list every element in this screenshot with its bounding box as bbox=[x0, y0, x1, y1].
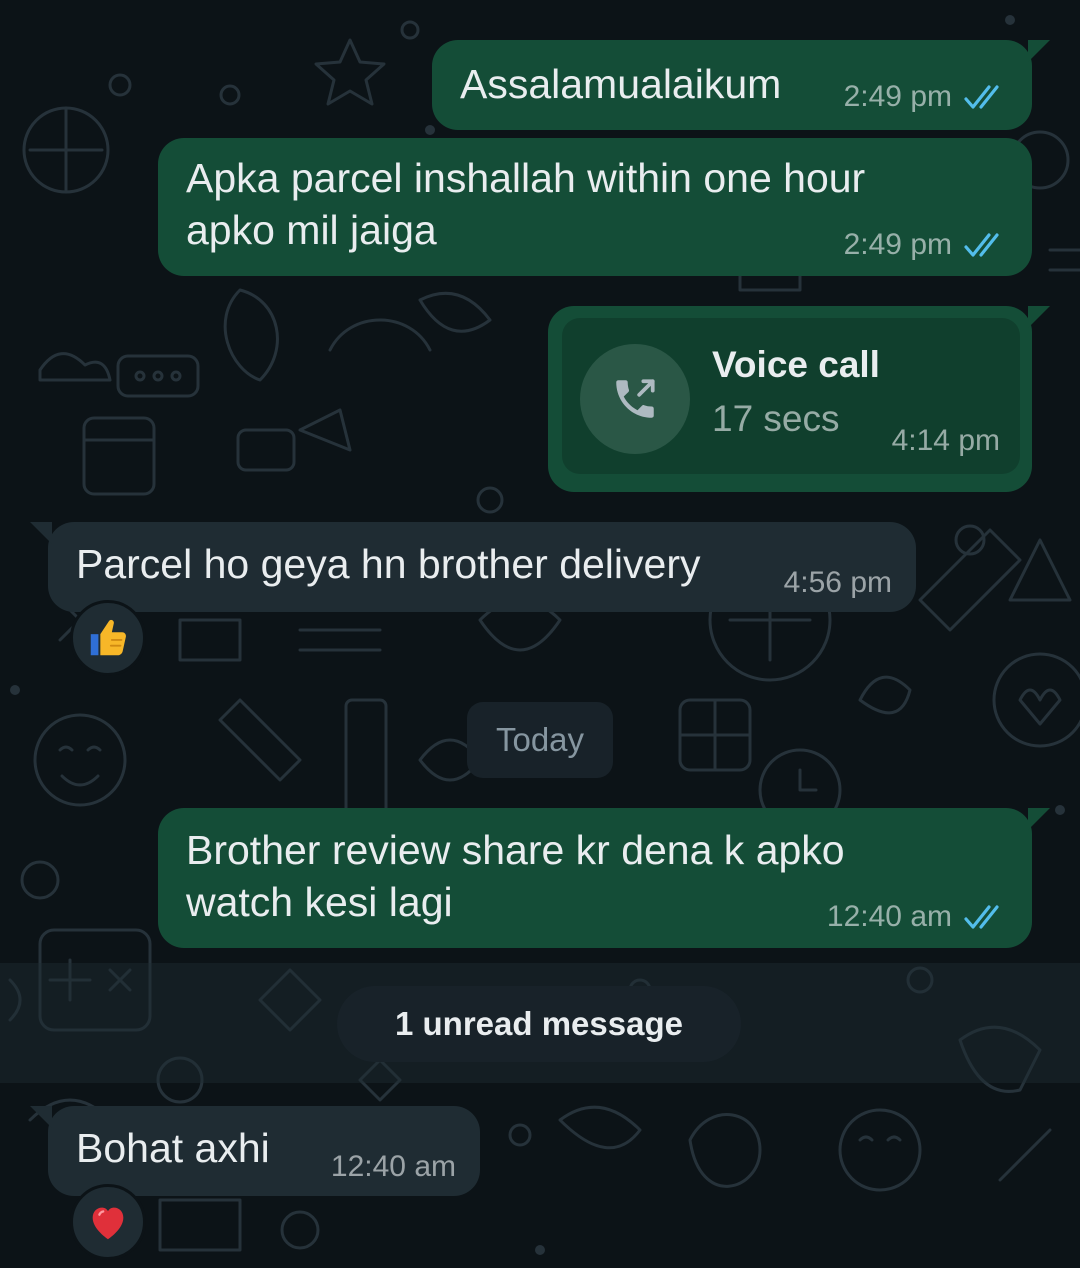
message-text: Parcel ho geya hn brother delivery bbox=[76, 541, 701, 587]
message-time: 12:40 am bbox=[826, 900, 952, 933]
message-meta: 2:49 pm bbox=[844, 228, 1008, 262]
outgoing-message-bubble[interactable]: Brother review share kr dena k apko watc… bbox=[158, 808, 1050, 948]
message-text: Brother review share kr dena k apko watc… bbox=[186, 827, 845, 925]
message-time: 4:56 pm bbox=[783, 566, 892, 599]
message-meta: 2:49 pm bbox=[844, 80, 1008, 114]
message-meta: 4:14 pm bbox=[892, 424, 1000, 458]
date-separator: Today bbox=[467, 702, 613, 778]
message-time: 4:14 pm bbox=[891, 424, 1000, 457]
incoming-message-bubble[interactable]: Parcel ho geya hn brother delivery 4:56 … bbox=[30, 522, 916, 612]
message-text: Apka parcel inshallah within one hour ap… bbox=[186, 155, 866, 253]
message-meta: 4:56 pm bbox=[784, 566, 892, 600]
outgoing-message-bubble[interactable]: Apka parcel inshallah within one hour ap… bbox=[158, 138, 1032, 276]
message-text: Bohat axhi bbox=[76, 1125, 270, 1171]
double-check-read-icon bbox=[964, 905, 999, 929]
message-meta: 12:40 am bbox=[331, 1150, 456, 1184]
message-time: 2:49 pm bbox=[843, 80, 952, 113]
outgoing-message-bubble[interactable]: Assalamualaikum 2:49 pm bbox=[432, 40, 1050, 130]
double-check-read-icon bbox=[964, 85, 999, 109]
red-heart-icon bbox=[92, 1207, 124, 1240]
message-text: Assalamualaikum bbox=[460, 61, 782, 107]
call-duration: 17 secs bbox=[712, 398, 840, 439]
call-icon-circle bbox=[580, 344, 690, 454]
message-reaction[interactable] bbox=[70, 1184, 146, 1260]
incoming-message-bubble[interactable]: Bohat axhi 12:40 am bbox=[30, 1106, 480, 1196]
message-meta: 12:40 am bbox=[827, 900, 1008, 934]
call-title: Voice call bbox=[712, 344, 880, 385]
message-time: 2:49 pm bbox=[843, 228, 952, 261]
message-reaction[interactable] bbox=[70, 600, 146, 676]
thumbs-up-icon bbox=[90, 619, 126, 656]
voice-call-bubble[interactable]: Voice call 17 secs 4:14 pm bbox=[548, 306, 1050, 492]
unread-messages-banner: 1 unread message bbox=[337, 986, 741, 1062]
message-time: 12:40 am bbox=[330, 1150, 456, 1183]
double-check-read-icon bbox=[964, 233, 999, 257]
chat-screen: Assalamualaikum 2:49 pm Apka parcel insh… bbox=[0, 0, 1080, 1268]
outgoing-call-icon bbox=[616, 379, 655, 418]
